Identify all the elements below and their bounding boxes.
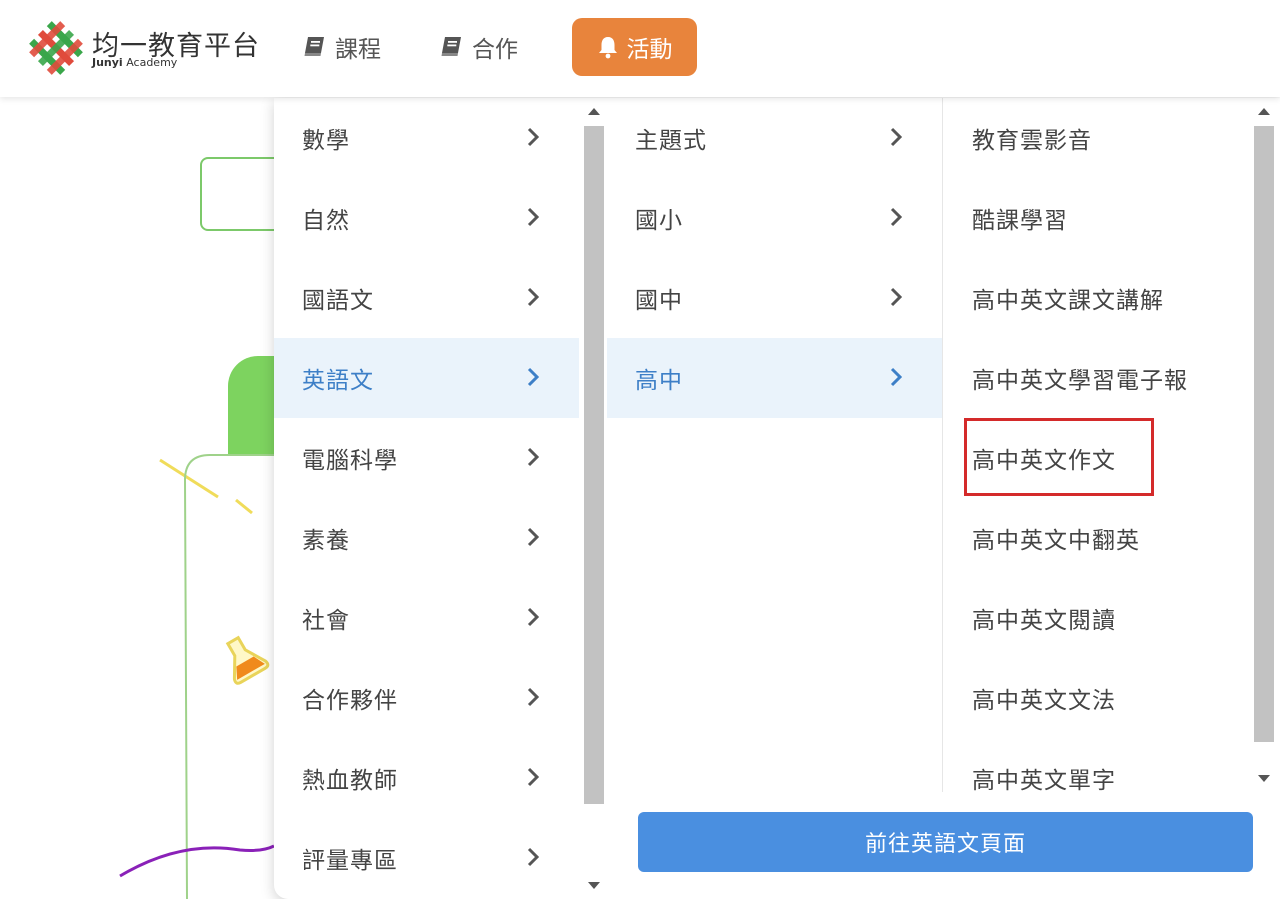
- subject-item-teachers[interactable]: 熱血教師: [274, 738, 579, 818]
- chevron-right-icon: [527, 847, 539, 867]
- book-icon: [441, 37, 461, 56]
- level-item-elementary[interactable]: 國小: [607, 178, 942, 258]
- junyi-logo-icon: [29, 21, 83, 75]
- chevron-right-icon: [890, 127, 902, 147]
- subject-label: 評量專區: [302, 848, 398, 874]
- chevron-right-icon: [527, 367, 539, 387]
- chevron-right-icon: [527, 127, 539, 147]
- subject-item-social[interactable]: 社會: [274, 578, 579, 658]
- level-label: 主題式: [635, 128, 707, 154]
- subject-item-partners[interactable]: 合作夥伴: [274, 658, 579, 738]
- level-label: 國中: [635, 288, 683, 314]
- nav-cooperation[interactable]: 合作: [440, 18, 518, 76]
- bell-icon: [598, 37, 617, 59]
- course-item[interactable]: 酷課學習: [944, 178, 1250, 258]
- level-item-senior-high[interactable]: 高中: [607, 338, 942, 418]
- course-label: 高中英文閱讀: [972, 608, 1116, 634]
- subject-item-science[interactable]: 自然: [274, 178, 579, 258]
- course-item[interactable]: 高中英文中翻英: [944, 498, 1250, 578]
- chevron-right-icon: [527, 767, 539, 787]
- red-highlight-box: [964, 418, 1154, 496]
- course-label: 高中英文文法: [972, 688, 1116, 714]
- course-item[interactable]: 高中英文學習電子報: [944, 338, 1250, 418]
- scroll-up-arrow-icon[interactable]: [1258, 108, 1270, 115]
- course-dropdown-menu: 數學 自然 國語文 英語文 電腦科學 素養 社會 合作夥伴 熱血教師 評量專區 …: [274, 98, 1280, 899]
- course-label: 高中英文單字: [972, 768, 1116, 794]
- scroll-down-arrow-icon[interactable]: [1258, 775, 1270, 782]
- course-list-scrollbar[interactable]: [1250, 98, 1276, 792]
- level-label: 國小: [635, 208, 683, 234]
- chevron-right-icon: [890, 207, 902, 227]
- subject-item-math[interactable]: 數學: [274, 98, 579, 178]
- course-item[interactable]: 教育雲影音: [944, 98, 1250, 178]
- subject-label: 數學: [302, 128, 350, 154]
- subject-item-literacy[interactable]: 素養: [274, 498, 579, 578]
- nav-courses-label: 課程: [335, 37, 381, 63]
- logo-sub-bold: Junyi: [92, 56, 123, 69]
- chevron-right-icon: [527, 527, 539, 547]
- scrollbar-thumb[interactable]: [584, 126, 604, 804]
- level-item-junior-high[interactable]: 國中: [607, 258, 942, 338]
- subject-label: 英語文: [302, 368, 374, 394]
- subject-label: 合作夥伴: [302, 688, 398, 714]
- scroll-down-arrow-icon[interactable]: [588, 882, 600, 889]
- go-to-english-page-button[interactable]: 前往英語文頁面: [638, 812, 1253, 872]
- nav-courses[interactable]: 課程: [303, 18, 381, 76]
- course-label: 酷課學習: [972, 208, 1068, 234]
- subject-item-computer-science[interactable]: 電腦科學: [274, 418, 579, 498]
- chevron-right-icon: [527, 447, 539, 467]
- nav-cooperation-label: 合作: [472, 37, 518, 63]
- chevron-right-icon: [527, 207, 539, 227]
- chevron-right-icon: [527, 287, 539, 307]
- junyi-logo[interactable]: 均一教育平台 Junyi Academy: [28, 20, 259, 76]
- course-item[interactable]: 高中英文單字: [944, 738, 1250, 818]
- subject-list: 數學 自然 國語文 英語文 電腦科學 素養 社會 合作夥伴 熱血教師 評量專區: [274, 98, 579, 899]
- top-header: 均一教育平台 Junyi Academy 課程 合作 活動: [0, 0, 1280, 97]
- chevron-right-icon: [527, 607, 539, 627]
- subject-label: 素養: [302, 528, 350, 554]
- nav-activity-label: 活動: [626, 37, 673, 63]
- logo-sub-rest: Academy: [122, 56, 178, 69]
- subject-label: 自然: [302, 208, 350, 234]
- level-label: 高中: [635, 368, 683, 394]
- course-item[interactable]: 高中英文閱讀: [944, 578, 1250, 658]
- subject-list-scrollbar[interactable]: [580, 98, 606, 899]
- subject-item-assessment[interactable]: 評量專區: [274, 818, 579, 898]
- course-item[interactable]: 高中英文文法: [944, 658, 1250, 738]
- level-list: 主題式 國小 國中 高中: [607, 98, 943, 792]
- course-label: 高中英文學習電子報: [972, 368, 1188, 394]
- chevron-right-icon: [527, 687, 539, 707]
- scrollbar-thumb[interactable]: [1254, 126, 1274, 742]
- flask-icon: [225, 635, 270, 685]
- logo-subtitle: Junyi Academy: [92, 56, 177, 69]
- course-label: 高中英文課文講解: [972, 288, 1164, 314]
- subject-label: 社會: [302, 608, 350, 634]
- subject-item-english[interactable]: 英語文: [274, 338, 579, 418]
- subject-label: 熱血教師: [302, 768, 398, 794]
- nav-activity-button[interactable]: 活動: [572, 18, 697, 76]
- scroll-up-arrow-icon[interactable]: [588, 108, 600, 115]
- course-label: 高中英文中翻英: [972, 528, 1140, 554]
- subject-label: 國語文: [302, 288, 374, 314]
- chevron-right-icon: [890, 367, 902, 387]
- chevron-right-icon: [890, 287, 902, 307]
- subject-label: 電腦科學: [302, 448, 398, 474]
- course-item[interactable]: 高中英文課文講解: [944, 258, 1250, 338]
- book-icon: [304, 37, 324, 56]
- level-item-thematic[interactable]: 主題式: [607, 98, 942, 178]
- subject-item-chinese[interactable]: 國語文: [274, 258, 579, 338]
- course-label: 教育雲影音: [972, 128, 1092, 154]
